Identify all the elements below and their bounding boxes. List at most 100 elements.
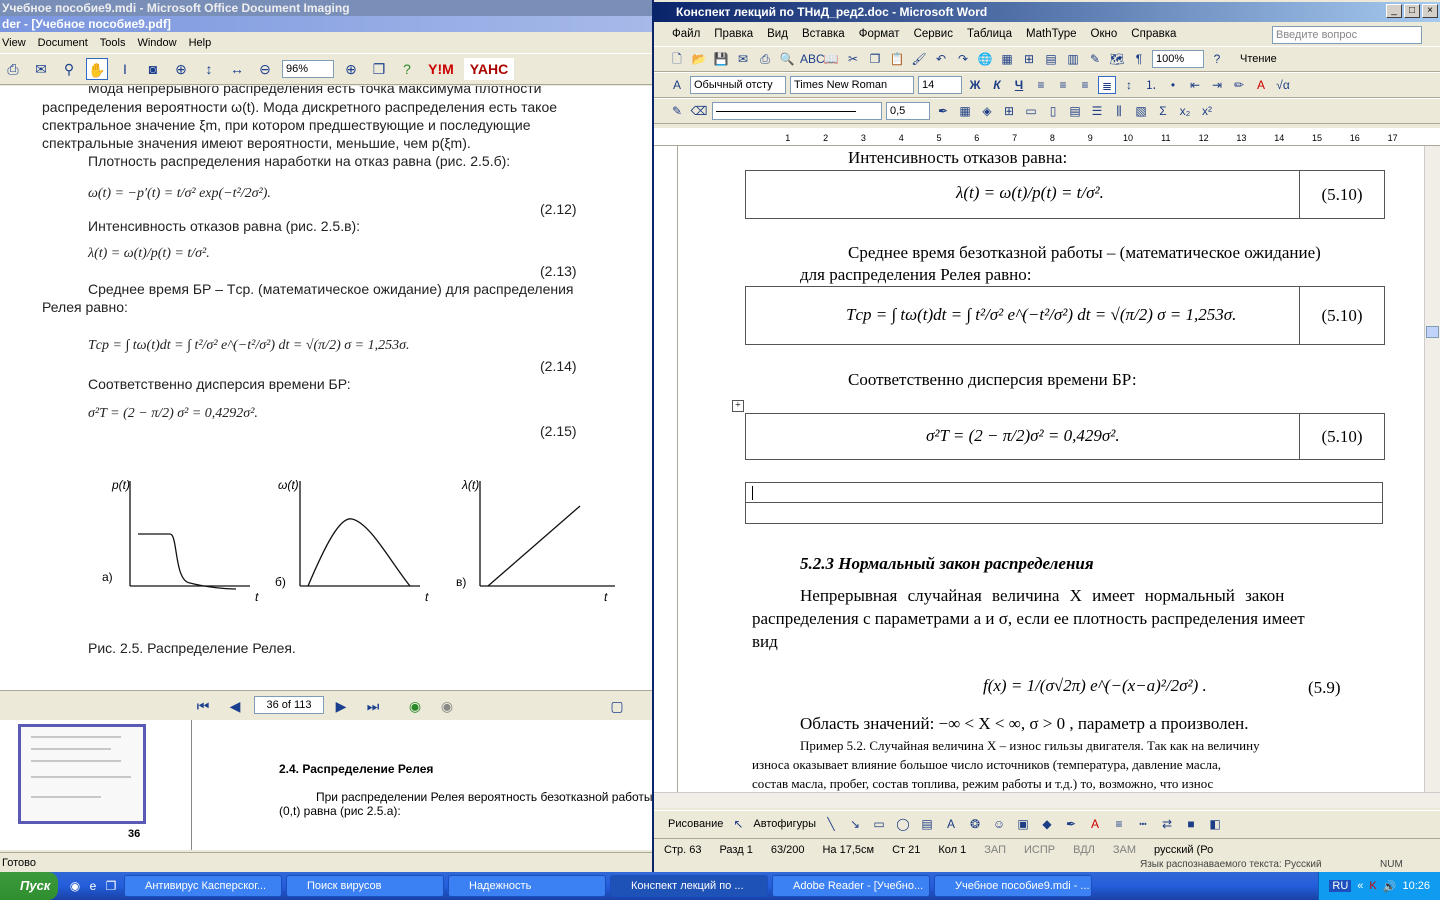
fill-color-icon[interactable]: ◆ [1038,815,1056,833]
picture-icon[interactable]: ▣ [1014,815,1032,833]
menu-edit[interactable]: Правка [714,24,753,44]
copy-icon[interactable]: ❐ [866,50,884,68]
reader-title[interactable]: der - [Учебное пособие9.pdf] [0,16,652,32]
menu-window[interactable]: Окно [1091,24,1118,44]
borders-icon[interactable]: ▦ [956,102,974,120]
yahoo-logo-icon[interactable]: YAHC [464,58,514,80]
line-spacing-icon[interactable]: ↕ [1120,76,1138,94]
menu-table[interactable]: Таблица [967,24,1012,44]
cut-icon[interactable]: ✂ [844,50,862,68]
dash-style-icon[interactable]: ┅ [1134,815,1152,833]
italic-icon[interactable]: К [988,76,1006,94]
read-mode-button[interactable]: Чтение [1240,53,1277,65]
help-icon[interactable]: ? [396,58,418,80]
distribute-columns-icon[interactable]: ⫼ [1110,102,1128,120]
align-center-icon[interactable]: ≡ [1054,76,1072,94]
zoom-in-icon[interactable]: ⊕ [170,58,192,80]
permission-icon[interactable]: ✉ [734,50,752,68]
columns-icon[interactable]: ▥ [1064,50,1082,68]
kaspersky-tray-icon[interactable]: K [1369,880,1376,892]
horizontal-scrollbar[interactable] [654,792,1440,808]
border-color-icon[interactable]: ✒ [934,102,952,120]
insert-table-icon[interactable]: ⊞ [1020,50,1038,68]
volume-icon[interactable]: 🔊 [1383,880,1397,893]
line-weight-select[interactable]: 0,5 [886,102,930,120]
fit-width-icon[interactable]: ↔ [226,58,248,80]
quick-launch-icon[interactable]: ❐ [102,877,120,895]
hand-tool-icon[interactable]: ✋ [86,58,108,80]
task-mdi[interactable]: Учебное пособие9.mdi - ... [934,875,1092,897]
tables-borders-icon[interactable]: ▦ [998,50,1016,68]
align-cell-icon[interactable]: ▤ [1066,102,1084,120]
menu-service[interactable]: Сервис [914,24,953,44]
task-word[interactable]: Конспект лекций по ... [610,875,768,897]
insert-excel-icon[interactable]: ▤ [1042,50,1060,68]
line-style-icon[interactable]: ≡ [1110,815,1128,833]
select-text-icon[interactable]: I [114,58,136,80]
email-icon[interactable]: ✉ [30,58,52,80]
tray-expand-icon[interactable]: « [1357,880,1363,892]
page-thumbnail[interactable] [18,724,146,824]
next-page-icon[interactable]: ▶ [330,695,352,717]
menu-help[interactable]: Справка [1131,24,1176,44]
split-cells-icon[interactable]: ▯ [1044,102,1062,120]
decrease-indent-icon[interactable]: ⇤ [1186,76,1204,94]
diagram-icon[interactable]: ❂ [966,815,984,833]
status-ovr[interactable]: ЗАМ [1113,844,1136,856]
shading-icon[interactable]: ◈ [978,102,996,120]
status-rec[interactable]: ЗАП [984,844,1006,856]
align-right-icon[interactable]: ≡ [1076,76,1094,94]
word-title[interactable]: Конспект лекций по ТНиД_ред2.doc - Micro… [654,2,1440,22]
paste-icon[interactable]: 📋 [888,50,906,68]
bold-icon[interactable]: Ж [966,76,984,94]
yahoo-mail-icon[interactable]: Y!M [424,58,458,80]
print-icon[interactable]: ⎙ [756,50,774,68]
superscript-icon[interactable]: x² [1198,102,1216,120]
open-icon[interactable]: 📂 [690,50,708,68]
menu-file[interactable]: Файл [672,24,700,44]
page-number-field[interactable]: 36 of 113 [254,696,324,714]
empty-table[interactable] [745,482,1383,524]
3d-icon[interactable]: ◧ [1206,815,1224,833]
firefox-icon[interactable]: ◉ [66,877,84,895]
search-icon[interactable]: ⚲ [58,58,80,80]
task-adobe-reader[interactable]: Adobe Reader - [Учебно... [772,875,930,897]
arrow-style-icon[interactable]: ⇄ [1158,815,1176,833]
menu-mathtype[interactable]: MathType [1026,24,1077,44]
bullets-icon[interactable]: • [1164,76,1182,94]
sum-icon[interactable]: Σ [1154,102,1172,120]
font-select[interactable]: Times New Roman [790,76,914,94]
zoom-out-icon[interactable]: ⊖ [254,58,276,80]
last-page-icon[interactable]: ⏭ [362,695,384,717]
select-objects-icon[interactable]: ↖ [729,815,747,833]
print-preview-icon[interactable]: 🔍 [778,50,796,68]
first-page-icon[interactable]: ⏮ [192,695,214,717]
snapshot-icon[interactable]: ◙ [142,58,164,80]
language-indicator[interactable]: RU [1329,880,1352,892]
numbering-icon[interactable]: ⒈ [1142,76,1160,94]
research-icon[interactable]: 📖 [822,50,840,68]
draw-table-icon[interactable]: ✎ [668,102,686,120]
minimize-button[interactable]: _ [1386,4,1402,18]
underline-icon[interactable]: Ч [1010,76,1028,94]
clipart-icon[interactable]: ☺ [990,815,1008,833]
arrow-icon[interactable]: ↘ [846,815,864,833]
distribute-rows-icon[interactable]: ☰ [1088,102,1106,120]
shadow-icon[interactable]: ■ [1182,815,1200,833]
forward-icon[interactable]: ◉ [436,695,458,717]
merge-cells-icon[interactable]: ▭ [1022,102,1040,120]
styles-pane-icon[interactable]: A [668,76,686,94]
drawing-menu[interactable]: Рисование [668,818,723,830]
menu-insert[interactable]: Вставка [802,24,845,44]
font-color-icon[interactable]: A [1252,76,1270,94]
menu-document[interactable]: Document [38,34,88,52]
new-document-icon[interactable]: 🗋 [668,50,686,68]
zoom-plus-icon[interactable]: ⊕ [340,58,362,80]
format-painter-icon[interactable]: 🖌 [910,50,928,68]
autoformat-icon[interactable]: ▧ [1132,102,1150,120]
subscript-icon[interactable]: x₂ [1176,102,1194,120]
insert-table-icon[interactable]: ⊞ [1000,102,1018,120]
menu-window[interactable]: Window [137,34,176,52]
highlight-icon[interactable]: ✏ [1230,76,1248,94]
zoom-select[interactable]: 100% [1152,50,1204,68]
